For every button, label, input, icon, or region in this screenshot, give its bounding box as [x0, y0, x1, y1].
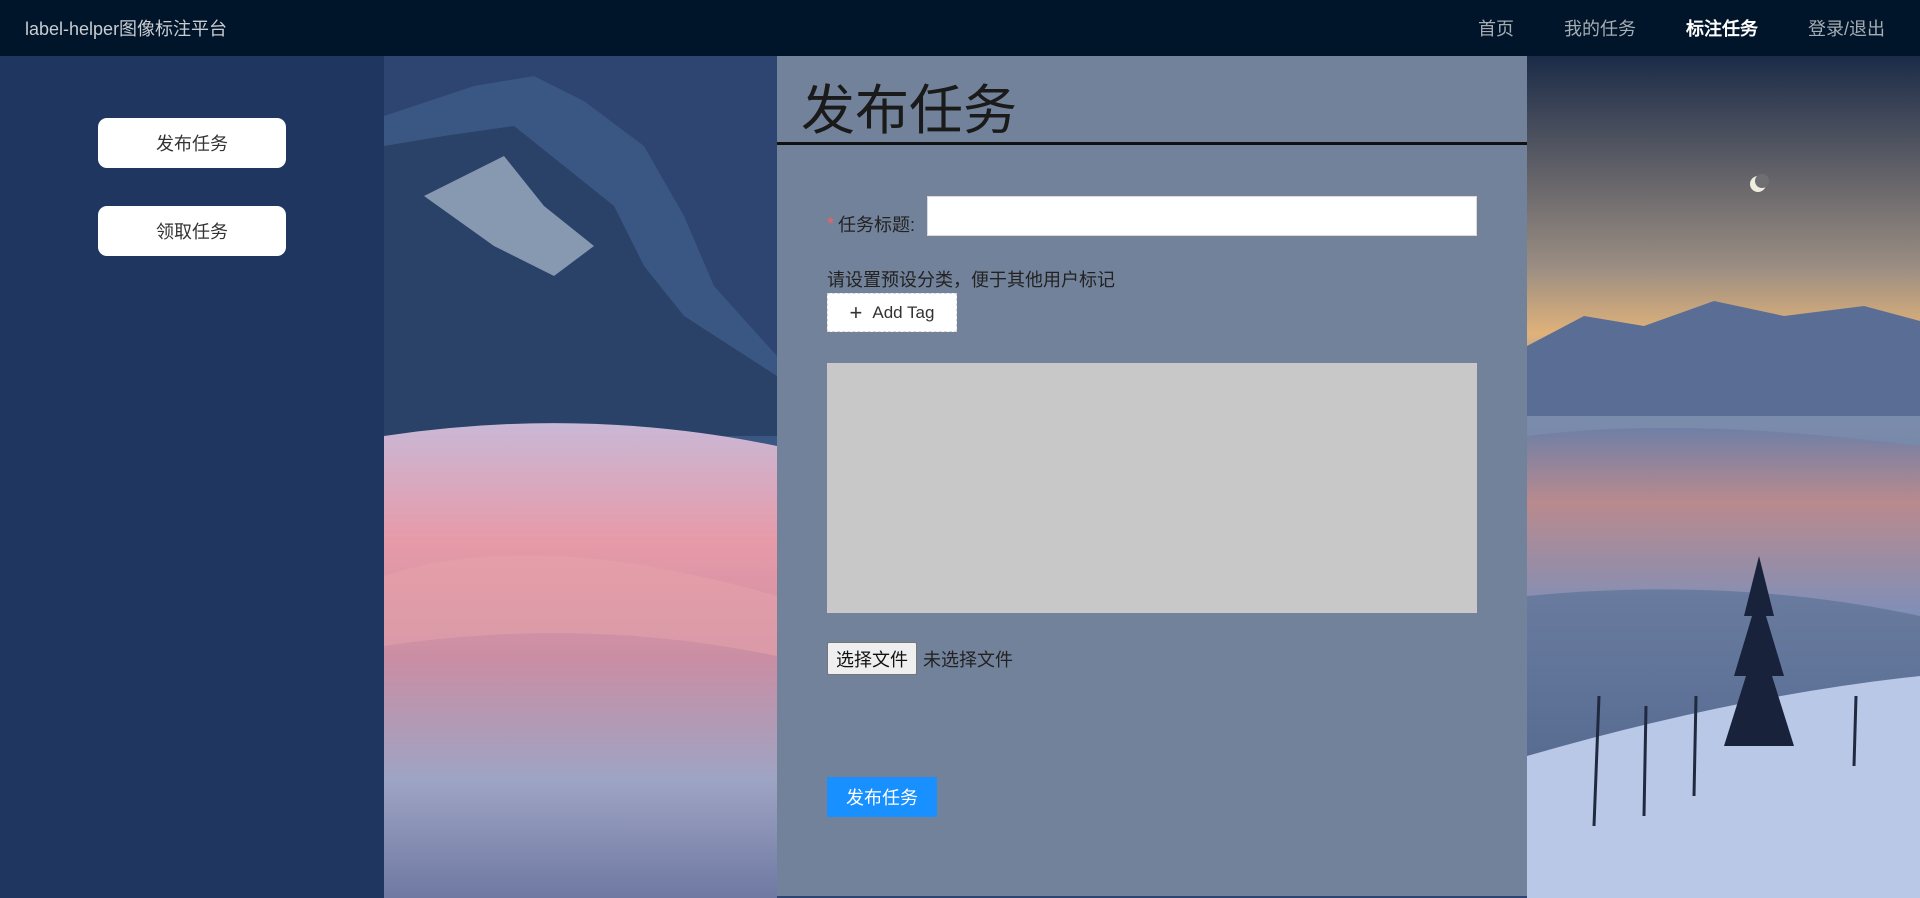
- task-title-label-text: 任务标题:: [838, 215, 916, 235]
- task-title-label: * 任务标题:: [827, 204, 915, 244]
- plus-icon: +: [849, 299, 863, 325]
- publish-task-panel: 发布任务 * 任务标题: 请设置预设分类，便于其他用户标记 + Add Tag …: [777, 56, 1527, 896]
- sidebar: 发布任务 领取任务: [0, 56, 384, 898]
- nav-home[interactable]: 首页: [1453, 0, 1539, 56]
- nav-my-tasks[interactable]: 我的任务: [1539, 0, 1661, 56]
- page-title: 发布任务: [801, 79, 1017, 142]
- nav-login-logout[interactable]: 登录/退出: [1783, 0, 1910, 56]
- tag-hint-text: 请设置预设分类，便于其他用户标记: [827, 270, 1115, 290]
- required-mark: *: [827, 213, 835, 234]
- main-nav: 首页 我的任务 标注任务 登录/退出: [1453, 0, 1910, 56]
- top-navbar: label-helper图像标注平台 首页 我的任务 标注任务 登录/退出: [0, 0, 1920, 56]
- add-tag-button[interactable]: + Add Tag: [827, 293, 957, 332]
- sidebar-item-claim-task[interactable]: 领取任务: [98, 206, 286, 256]
- sidebar-item-publish-task[interactable]: 发布任务: [98, 118, 286, 168]
- publish-task-button[interactable]: 发布任务: [827, 777, 937, 817]
- nav-annotate-tasks[interactable]: 标注任务: [1661, 0, 1783, 56]
- choose-file-button[interactable]: 选择文件: [827, 642, 917, 675]
- file-upload-row: 选择文件 未选择文件: [827, 642, 1013, 675]
- file-status-text: 未选择文件: [923, 649, 1013, 670]
- add-tag-label: Add Tag: [872, 302, 935, 322]
- task-title-input[interactable]: [927, 196, 1477, 236]
- image-preview-area: [827, 363, 1477, 613]
- brand-title: label-helper图像标注平台: [25, 19, 228, 39]
- title-divider: [777, 142, 1527, 145]
